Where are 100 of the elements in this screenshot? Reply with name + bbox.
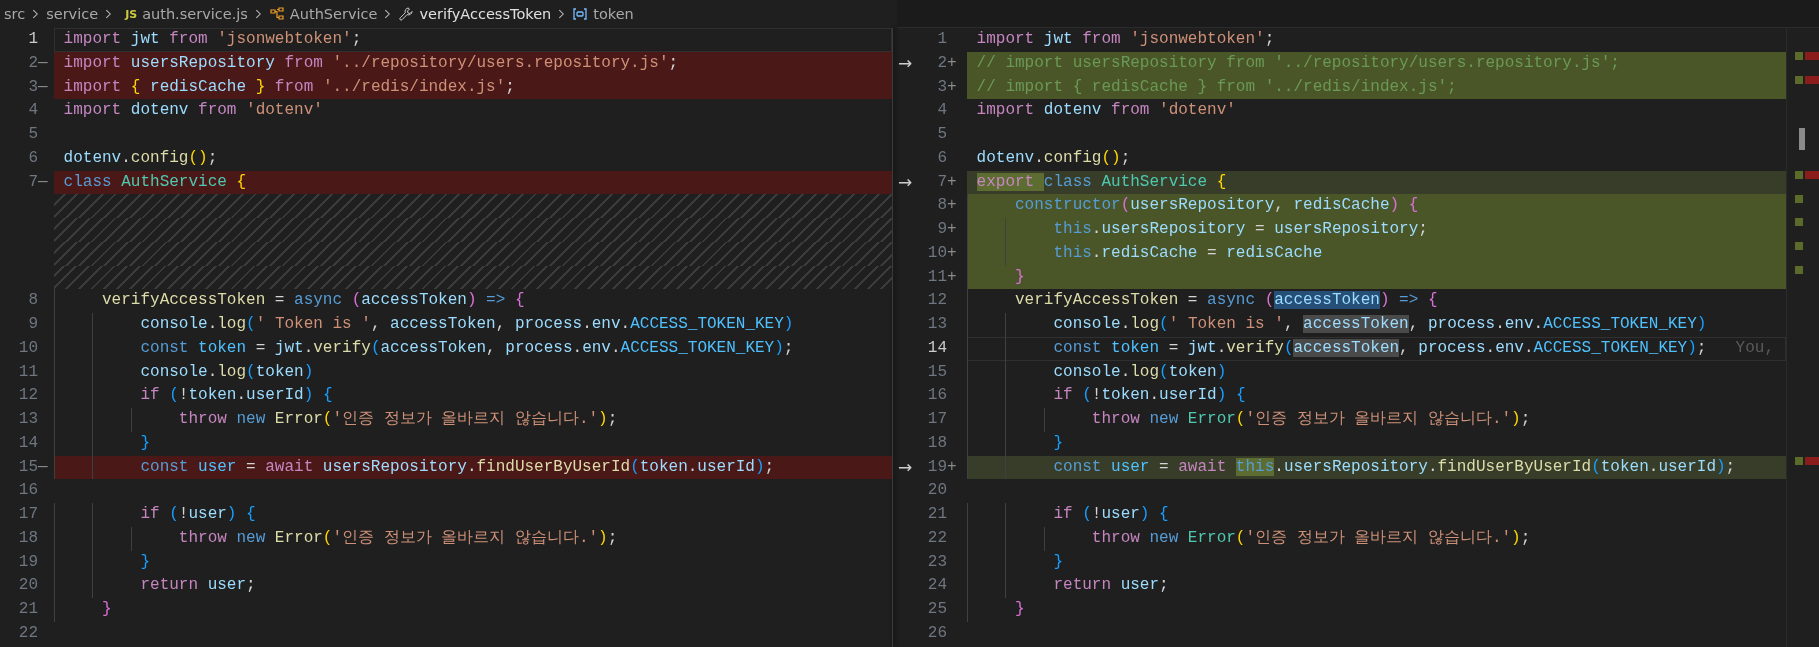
breadcrumb-item[interactable]: token <box>593 6 634 22</box>
line-number: 4 <box>27 100 38 122</box>
line-number: 15 <box>926 361 947 383</box>
code-line: throw new Error('인증 정보가 올바르지 않습니다.'); <box>1090 410 1531 428</box>
line-number: 8 <box>936 195 947 217</box>
code-line: throw new Error('인증 정보가 올바르지 않습니다.'); <box>1090 528 1531 547</box>
code-line: } <box>139 552 151 571</box>
blame-annotation: You, <box>1735 337 1774 359</box>
line-number: 21 <box>926 504 947 525</box>
line-number: 22 <box>17 622 38 644</box>
code-line: dotenv.config(); <box>976 148 1131 167</box>
code-line: verifyAccessToken = async (accessToken) => { <box>1014 291 1438 310</box>
line-number: 19 <box>926 456 947 478</box>
line-number: 18 <box>17 527 38 549</box>
chevron-icon <box>32 8 40 20</box>
line-number: 16 <box>926 385 947 407</box>
line-number: 7 <box>936 171 947 193</box>
line-number: 7 <box>27 171 38 193</box>
code-line: import jwt from 'jsonwebtoken'; <box>63 30 362 48</box>
line-number: 4 <box>936 100 947 122</box>
line-number: 10 <box>17 337 38 359</box>
line-number: 3 <box>936 76 947 98</box>
line-number: 17 <box>926 409 947 430</box>
line-number: 22 <box>926 527 947 549</box>
diff-marker: — <box>38 172 48 191</box>
line-number: 3 <box>27 76 38 98</box>
code-line: throw new Error('인증 정보가 올바르지 않습니다.'); <box>177 410 618 428</box>
line-number: 5 <box>936 124 947 145</box>
code-line: if (!user) { <box>139 505 256 523</box>
diff-marker: + <box>947 196 957 215</box>
diff-marker: — <box>38 53 48 72</box>
code-line: return user; <box>1052 576 1169 595</box>
code-line: // import usersRepository from '../repository/users.repository.js'; <box>976 53 1620 72</box>
code-line: import dotenv from 'dotenv' <box>976 101 1236 120</box>
code-line: } <box>1014 600 1025 618</box>
breadcrumb-item[interactable]: service <box>46 6 99 22</box>
code-line: } <box>139 433 151 452</box>
code-line: this.usersRepository = usersRepository; <box>1052 220 1428 238</box>
revert-arrow[interactable]: → <box>897 52 913 73</box>
code-line: return user; <box>139 576 256 595</box>
diff-marker: — <box>38 77 48 96</box>
line-number: 13 <box>17 409 38 430</box>
line-number: 6 <box>27 147 38 169</box>
line-number: 12 <box>926 290 947 312</box>
code-line: const user = await usersRepository.findUserByUserId(token.userId); <box>139 457 775 476</box>
diff-marker: + <box>947 77 957 96</box>
code-line: constructor(usersRepository, redisCache) { <box>1014 196 1419 215</box>
line-number: 2 <box>936 52 947 74</box>
code-line: } <box>1052 552 1064 571</box>
chevron-icon <box>558 8 566 20</box>
diff-marker: + <box>947 220 957 238</box>
breadcrumb-item[interactable]: AuthService <box>289 6 378 22</box>
code-line: this.redisCache = redisCache <box>1052 243 1323 262</box>
code-line: dotenv.config(); <box>63 148 218 167</box>
code-line: class AuthService { <box>63 172 247 191</box>
diff-marker: — <box>38 457 48 476</box>
diff-marker: + <box>947 53 957 72</box>
line-number: 14 <box>926 337 947 359</box>
line-number: 11 <box>926 266 947 288</box>
variable-icon <box>572 6 589 22</box>
line-number: 15 <box>17 456 38 478</box>
revert-arrow[interactable]: → <box>897 456 913 477</box>
code-line: verifyAccessToken = async (accessToken) => { <box>101 291 525 310</box>
diff-marker: + <box>947 457 957 476</box>
chevron-icon <box>384 8 392 20</box>
line-number: 24 <box>926 575 947 597</box>
line-number: 20 <box>17 575 38 597</box>
code-line: if (!user) { <box>1052 505 1169 523</box>
breadcrumb-item[interactable]: src <box>4 6 26 22</box>
line-number: 9 <box>27 314 38 335</box>
line-number: 17 <box>17 504 38 525</box>
line-number: 9 <box>936 219 947 240</box>
code-line: // import { redisCache } from '../redis/index.js'; <box>976 77 1457 96</box>
overview-ruler[interactable] <box>1786 28 1819 647</box>
breadcrumb-item[interactable]: verifyAccessToken <box>419 6 552 22</box>
line-number: 25 <box>926 599 947 620</box>
code-line: } <box>101 600 112 618</box>
code-line: const token = jwt.verify(accessToken, process.env.ACCESS_TOKEN_KEY); <box>139 338 794 357</box>
line-number: 10 <box>926 242 947 264</box>
code-line: if (!token.userId) { <box>139 386 333 405</box>
diff-marker: + <box>947 172 957 191</box>
line-number: 14 <box>17 432 38 454</box>
code-line: import jwt from 'jsonwebtoken'; <box>976 30 1275 48</box>
code-line: console.log(' Token is ', accessToken, process.env.ACCESS_TOKEN_KEY) <box>1052 315 1707 333</box>
class-icon <box>268 6 285 22</box>
line-number: 11 <box>17 361 38 383</box>
line-number: 16 <box>17 480 38 502</box>
breadcrumb-item[interactable]: auth.service.js <box>142 6 248 22</box>
code-line: console.log(token) <box>139 362 314 381</box>
chevron-icon <box>254 8 262 20</box>
line-number: 23 <box>926 551 947 573</box>
line-number: 1 <box>936 29 947 50</box>
code-line: console.log(token) <box>1052 362 1227 381</box>
line-number: 26 <box>926 622 947 644</box>
revert-arrow[interactable]: → <box>897 171 913 192</box>
code-line: import dotenv from 'dotenv' <box>63 101 323 120</box>
line-number: 13 <box>926 314 947 335</box>
line-number: 5 <box>27 124 38 145</box>
file-type-label: JS <box>125 7 138 21</box>
code-line: console.log(' Token is ', accessToken, process.env.ACCESS_TOKEN_KEY) <box>139 315 794 333</box>
